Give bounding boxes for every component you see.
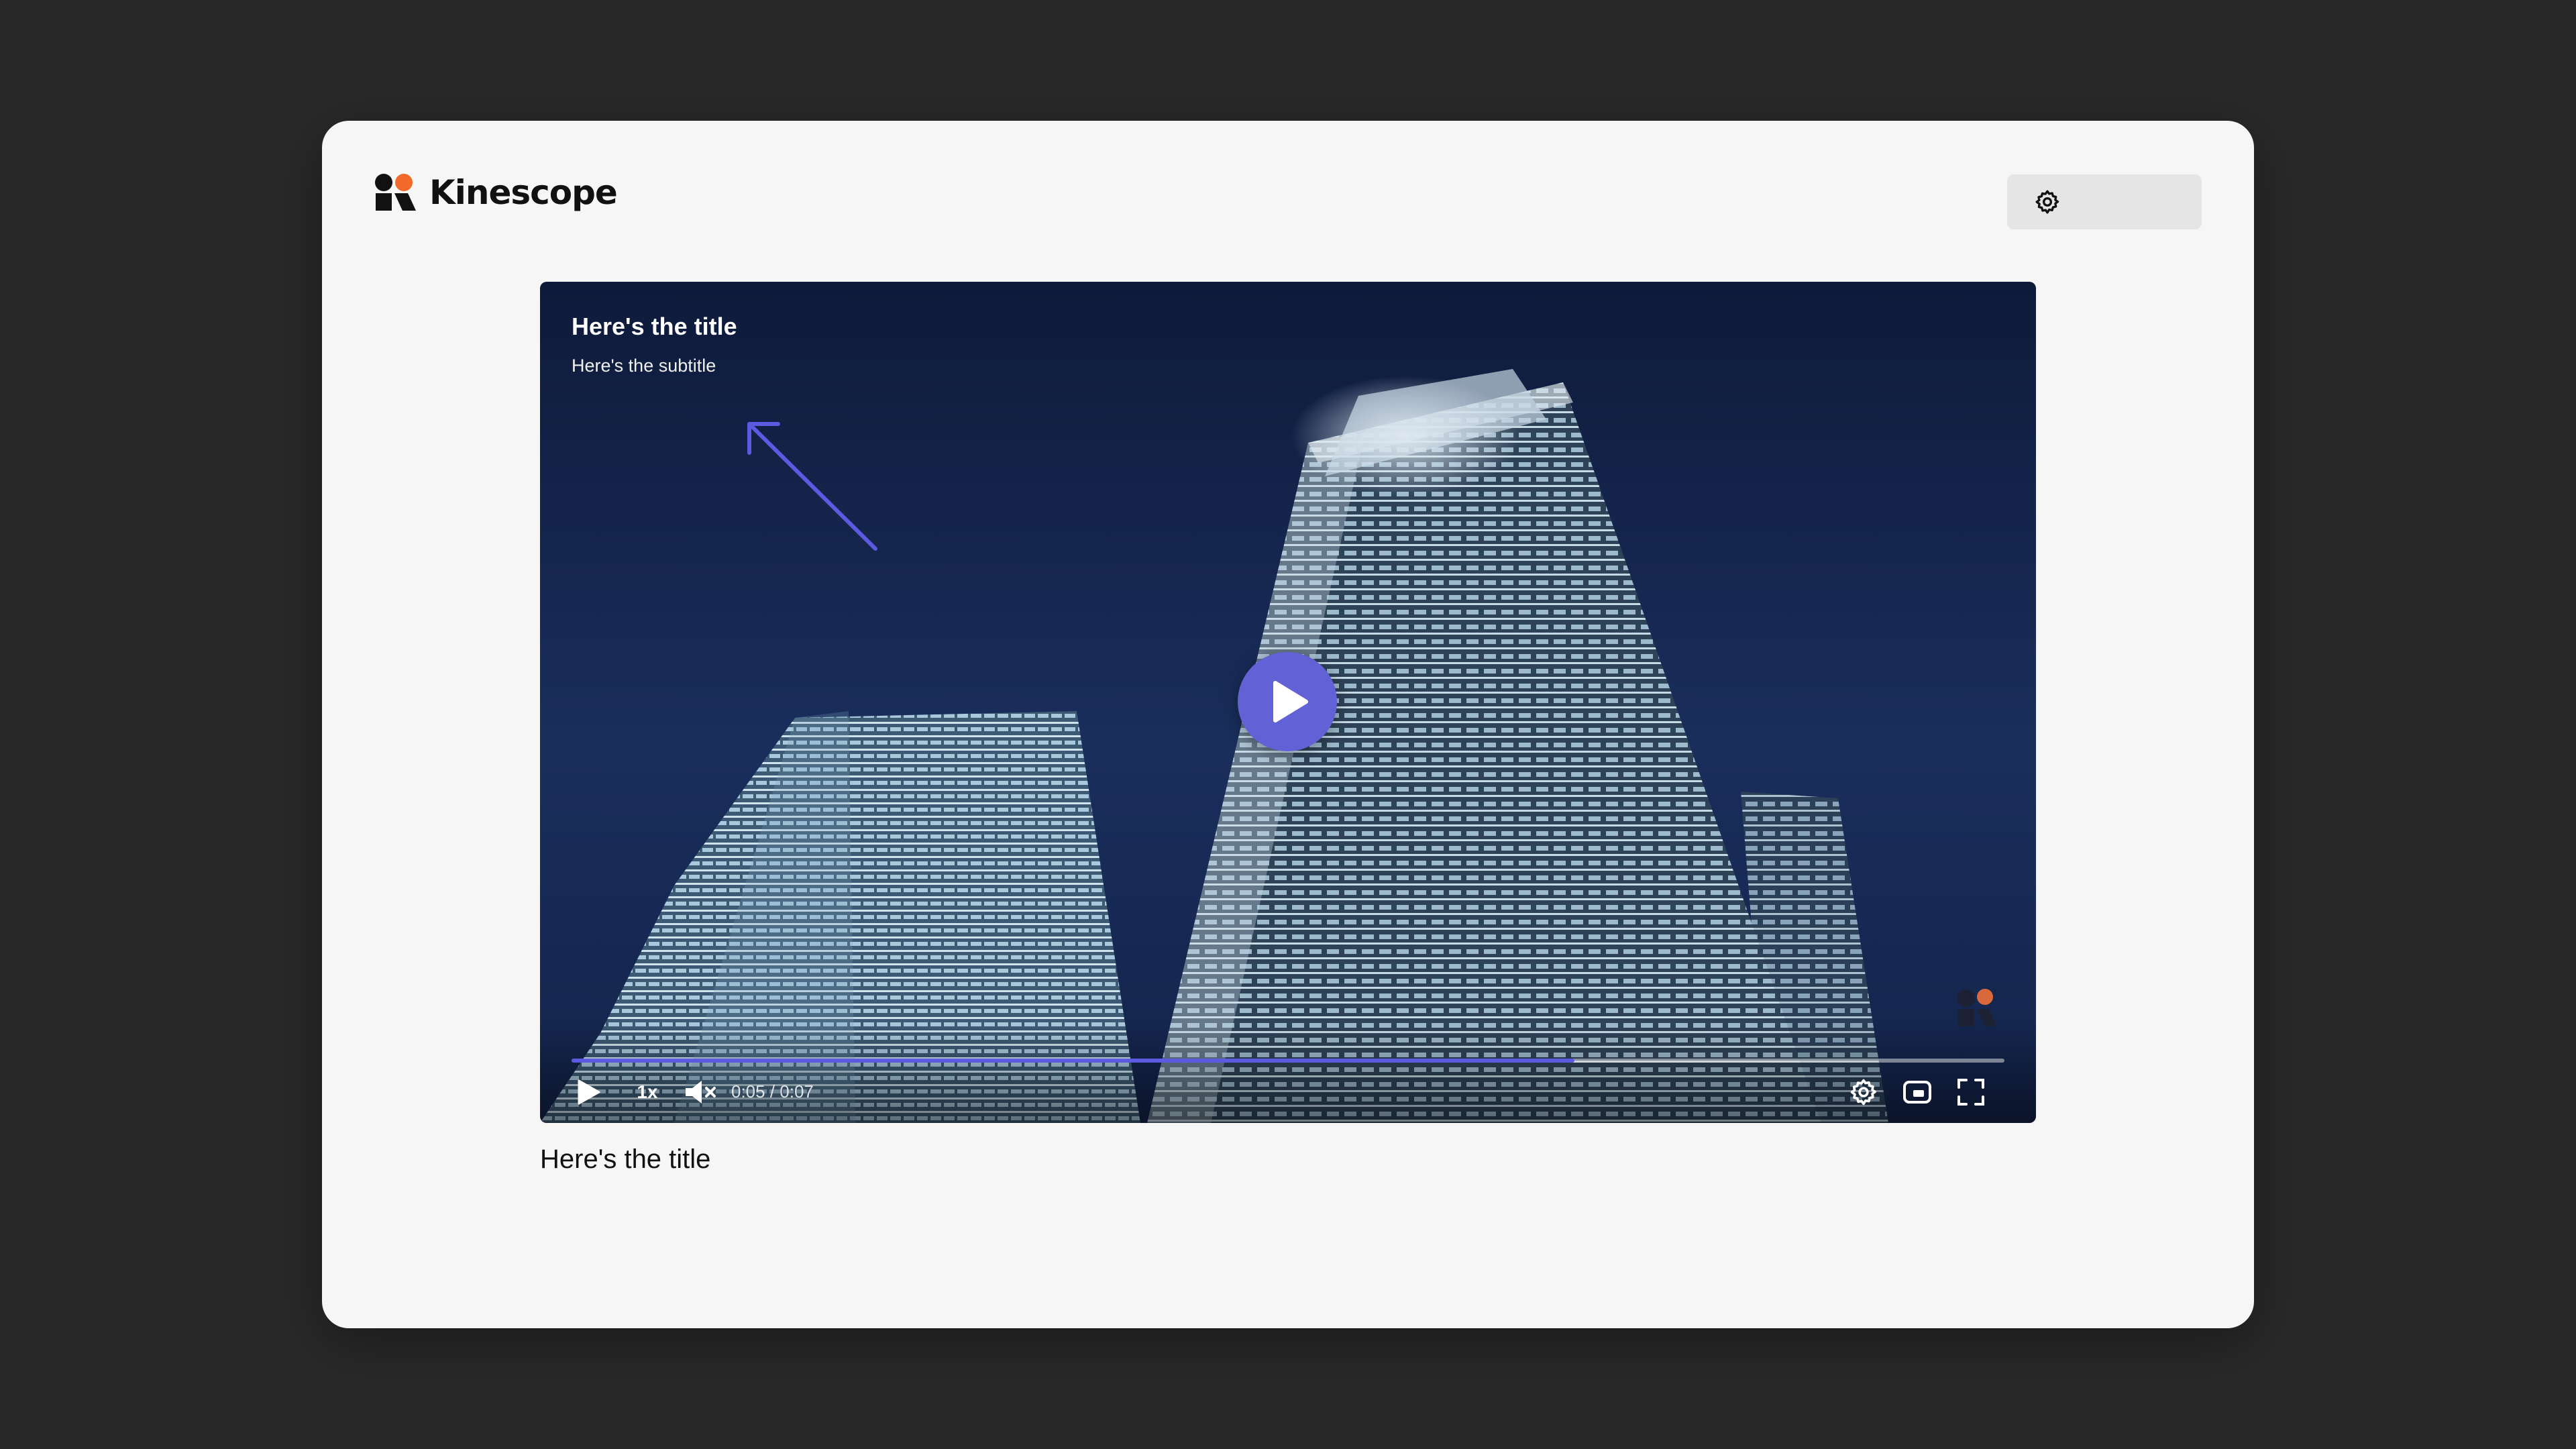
brand-name: Kinescope — [429, 173, 618, 212]
play-icon — [578, 1079, 600, 1105]
kinescope-watermark-icon — [1957, 989, 1997, 1026]
fullscreen-button[interactable] — [1952, 1073, 1990, 1111]
picture-in-picture-icon — [1903, 1081, 1931, 1104]
center-play-button[interactable] — [1238, 652, 1337, 751]
play-icon — [1273, 681, 1308, 722]
gear-icon — [2035, 190, 2059, 214]
overlay-title: Here's the title — [572, 313, 737, 340]
player-settings-button[interactable] — [1845, 1073, 1882, 1111]
progress-bar[interactable] — [572, 1059, 2004, 1063]
play-button[interactable] — [570, 1073, 607, 1111]
mute-button[interactable] — [681, 1073, 721, 1111]
video-player[interactable]: Here's the title Here's the subtitle 1x — [540, 282, 2036, 1123]
video-title: Here's the title — [540, 1144, 711, 1174]
gear-icon — [1850, 1079, 1876, 1106]
kinescope-logo[interactable]: Kinescope — [374, 173, 618, 212]
time-display: 0:05 / 0:07 — [731, 1081, 814, 1102]
app-window: Kinescope Here's the title Here's the su… — [322, 121, 2254, 1328]
volume-muted-icon — [686, 1081, 716, 1104]
playback-speed-button[interactable]: 1x — [627, 1073, 667, 1111]
controls-gradient — [540, 1022, 2036, 1123]
fullscreen-icon — [1957, 1079, 1984, 1106]
overlay-subtitle: Here's the subtitle — [572, 356, 716, 376]
settings-button[interactable] — [2007, 174, 2202, 229]
kinescope-logo-icon — [375, 174, 416, 211]
picture-in-picture-button[interactable] — [1898, 1073, 1936, 1111]
progress-fill — [572, 1059, 1575, 1063]
